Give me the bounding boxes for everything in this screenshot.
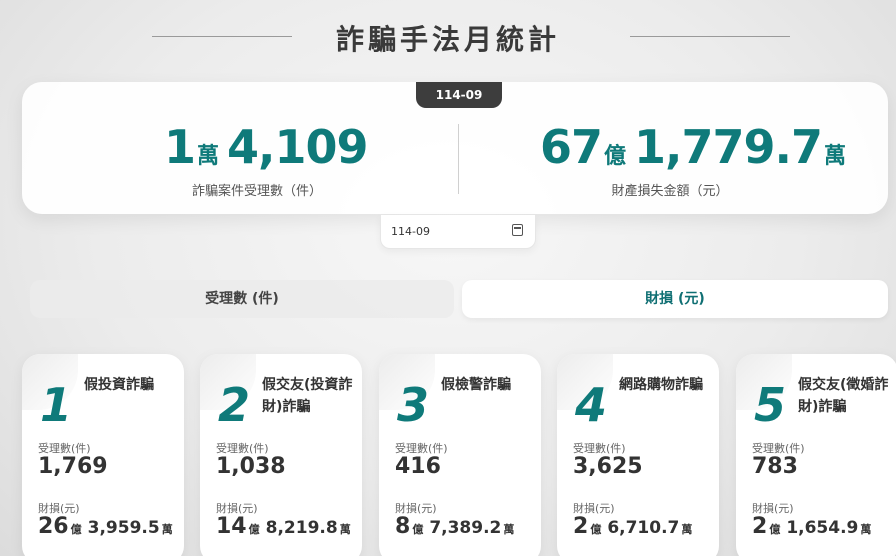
total-cases-ten-thousands: 1 bbox=[164, 120, 196, 174]
fraud-method-card[interactable]: 1 假投資詐騙 受理數(件) 1,769 財損(元) 26 億 3,959.5 萬 bbox=[22, 354, 184, 556]
total-loss-value: 67億 1,779.7萬 bbox=[540, 120, 854, 174]
card-rank: 3 bbox=[397, 378, 430, 432]
title-bar: 詐騙手法月統計 bbox=[0, 14, 896, 58]
card-loss-unit-a: 億 bbox=[412, 523, 424, 536]
calendar-icon[interactable] bbox=[512, 224, 523, 236]
total-loss-unit-a: 億 bbox=[604, 144, 627, 169]
card-loss-hundred-millions: 26 bbox=[38, 514, 69, 539]
total-cases-remainder: 4,109 bbox=[227, 120, 369, 174]
fraud-method-card[interactable]: 2 假交友(投資詐財)詐騙 受理數(件) 1,038 財損(元) 14 億 8,219.8 萬 bbox=[200, 354, 362, 556]
period-badge: 114-09 bbox=[416, 82, 502, 108]
card-loss-ten-thousands: 1,654.9 bbox=[786, 518, 859, 538]
card-loss-unit-b: 萬 bbox=[503, 523, 515, 536]
card-loss-unit-a: 億 bbox=[769, 523, 781, 536]
total-loss-label: 財產損失金額（元） bbox=[611, 184, 729, 199]
card-rank: 2 bbox=[218, 378, 251, 432]
page-title: 詐騙手法月統計 bbox=[335, 23, 560, 56]
card-method-name: 假交友(投資詐財)詐騙 bbox=[262, 377, 353, 415]
card-method-name: 假投資詐騙 bbox=[84, 377, 154, 393]
card-loss-hundred-millions: 8 bbox=[395, 514, 411, 539]
card-loss-unit-a: 億 bbox=[590, 523, 602, 536]
total-loss-unit-b: 萬 bbox=[824, 144, 847, 169]
card-loss-value: 2 億 6,710.7 萬 bbox=[573, 514, 698, 539]
fraud-method-card[interactable]: 3 假檢警詐騙 受理數(件) 416 財損(元) 8 億 7,389.2 萬 bbox=[379, 354, 541, 556]
total-cases-value: 1萬 4,109 bbox=[164, 120, 369, 174]
card-loss-unit-b: 萬 bbox=[681, 523, 693, 536]
card-rank: 1 bbox=[40, 378, 73, 432]
card-loss-ten-thousands: 3,959.5 bbox=[87, 518, 160, 538]
card-loss-hundred-millions: 2 bbox=[573, 514, 589, 539]
card-count-value: 783 bbox=[752, 454, 798, 479]
fraud-method-card[interactable]: 4 網路購物詐騙 受理數(件) 3,625 財損(元) 2 億 6,710.7 萬 bbox=[557, 354, 719, 556]
card-loss-unit-b: 萬 bbox=[860, 523, 872, 536]
card-count-value: 1,769 bbox=[38, 454, 108, 479]
card-loss-hundred-millions: 14 bbox=[216, 514, 247, 539]
total-loss-ten-thousands: 1,779.7 bbox=[634, 120, 823, 174]
month-picker[interactable]: 114-09 bbox=[380, 215, 536, 249]
card-method-name: 網路購物詐騙 bbox=[619, 377, 703, 393]
card-loss-value: 8 億 7,389.2 萬 bbox=[395, 514, 520, 539]
card-loss-unit-a: 億 bbox=[248, 523, 260, 536]
card-method-name: 假交友(徵婚詐財)詐騙 bbox=[798, 377, 889, 415]
card-loss-value: 2 億 1,654.9 萬 bbox=[752, 514, 877, 539]
card-count-value: 1,038 bbox=[216, 454, 286, 479]
total-cases-unit: 萬 bbox=[197, 144, 220, 169]
card-loss-ten-thousands: 8,219.8 bbox=[265, 518, 338, 538]
card-count-value: 416 bbox=[395, 454, 441, 479]
card-method-name: 假檢警詐騙 bbox=[441, 377, 511, 393]
summary-divider bbox=[458, 124, 459, 194]
card-loss-ten-thousands: 7,389.2 bbox=[429, 518, 502, 538]
card-loss-value: 14 億 8,219.8 萬 bbox=[216, 514, 357, 539]
metric-tabs: 受理數 (件) 財損 (元) bbox=[30, 280, 888, 318]
card-loss-ten-thousands: 6,710.7 bbox=[607, 518, 680, 538]
card-loss-unit-a: 億 bbox=[70, 523, 82, 536]
card-loss-value: 26 億 3,959.5 萬 bbox=[38, 514, 179, 539]
card-rank: 5 bbox=[754, 378, 787, 432]
title-divider-right bbox=[630, 36, 790, 37]
tab-case-count[interactable]: 受理數 (件) bbox=[30, 280, 454, 318]
card-rank: 4 bbox=[575, 378, 608, 432]
total-cases-label: 詐騙案件受理數（件） bbox=[191, 184, 322, 199]
total-loss-hundred-millions: 67 bbox=[540, 120, 603, 174]
card-loss-unit-b: 萬 bbox=[161, 523, 173, 536]
fraud-method-card[interactable]: 5 假交友(徵婚詐財)詐騙 受理數(件) 783 財損(元) 2 億 1,654.9 萬 bbox=[736, 354, 896, 556]
card-count-value: 3,625 bbox=[573, 454, 643, 479]
card-loss-hundred-millions: 2 bbox=[752, 514, 768, 539]
month-picker-value: 114-09 bbox=[391, 225, 430, 238]
tab-financial-loss[interactable]: 財損 (元) bbox=[462, 280, 888, 318]
card-loss-unit-b: 萬 bbox=[339, 523, 351, 536]
